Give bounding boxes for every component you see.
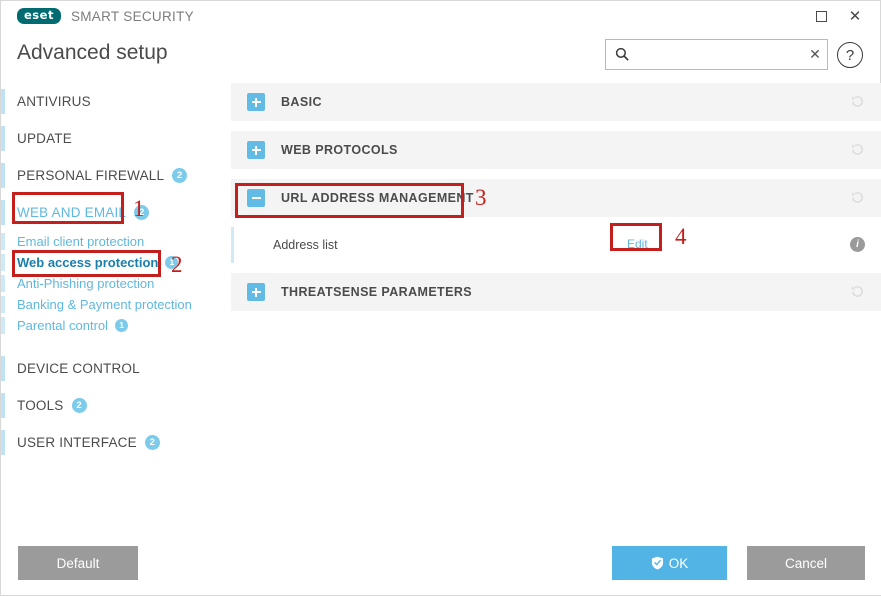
search-input[interactable]: [634, 47, 803, 62]
sidebar-item-user-interface[interactable]: USER INTERFACE 2: [1, 424, 229, 461]
sidebar-item-label: Web access protection: [17, 255, 159, 270]
sidebar-item-personal-firewall[interactable]: PERSONAL FIREWALL 2: [1, 157, 229, 194]
sidebar-item-label: WEB AND EMAIL: [17, 205, 127, 220]
shield-check-icon: [651, 556, 663, 570]
info-icon[interactable]: i: [850, 237, 865, 252]
nav-accent-bar: [1, 317, 5, 334]
sidebar-badge: 2: [71, 398, 87, 413]
revert-icon[interactable]: [850, 142, 865, 157]
sidebar-item-antivirus[interactable]: ANTIVIRUS: [1, 83, 229, 120]
nav-accent-bar: [1, 233, 5, 250]
advanced-setup-window: eset SMART SECURITY ✕ Advanced setup ✕ ?: [0, 0, 881, 596]
expand-icon[interactable]: [247, 93, 265, 111]
footer-bar: Default OK Cancel: [1, 533, 881, 595]
revert-icon[interactable]: [850, 284, 865, 299]
sidebar-nav: ANTIVIRUS UPDATE PERSONAL FIREWALL 2 WEB…: [1, 83, 229, 535]
sidebar-item-label: TOOLS: [17, 398, 64, 413]
eset-brand-badge: eset: [17, 7, 61, 25]
search-box[interactable]: ✕: [605, 39, 828, 70]
collapse-icon[interactable]: [247, 189, 265, 207]
nav-accent-bar: [1, 393, 5, 418]
nav-accent-bar: [1, 275, 5, 292]
sidebar-badge: 1: [165, 256, 179, 269]
suite-name-label: SMART SECURITY: [70, 8, 194, 24]
sidebar-item-tools[interactable]: TOOLS 2: [1, 387, 229, 424]
window-controls: ✕: [804, 1, 872, 31]
close-button[interactable]: ✕: [838, 1, 872, 31]
section-url-address-management[interactable]: URL ADDRESS MANAGEMENT: [231, 179, 881, 217]
expand-icon[interactable]: [247, 141, 265, 159]
sidebar-badge: 2: [144, 435, 160, 450]
search-icon: [614, 47, 630, 63]
sidebar-item-web-access-protection[interactable]: Web access protection 1: [1, 252, 229, 273]
maximize-icon: [815, 10, 827, 22]
sidebar-item-anti-phishing-protection[interactable]: Anti-Phishing protection: [1, 273, 229, 294]
nav-accent-bar: [1, 254, 5, 271]
search-clear-icon[interactable]: ✕: [803, 40, 827, 69]
section-title: WEB PROTOCOLS: [281, 143, 398, 157]
nav-accent-bar: [1, 200, 5, 225]
row-accent-bar: [231, 227, 234, 263]
nav-accent-bar: [1, 163, 5, 188]
sidebar-item-banking-payment-protection[interactable]: Banking & Payment protection: [1, 294, 229, 315]
header-bar: Advanced setup ✕ ?: [1, 31, 881, 83]
sidebar-item-label: Email client protection: [17, 234, 145, 249]
setting-row-address-list: Address list Edit i: [231, 227, 881, 263]
section-title: BASIC: [281, 95, 322, 109]
sidebar-badge: 2: [134, 205, 150, 220]
sidebar-item-label: Parental control: [17, 318, 109, 333]
help-icon[interactable]: ?: [837, 42, 863, 68]
settings-panel: BASIC WEB PROTOCOLS URL ADDRESS MANAGEME…: [229, 83, 881, 535]
nav-accent-bar: [1, 356, 5, 381]
nav-accent-bar: [1, 296, 5, 313]
sidebar-item-label: USER INTERFACE: [17, 435, 137, 450]
eset-logo: eset SMART SECURITY: [17, 7, 194, 25]
sidebar-badge: 2: [172, 168, 188, 183]
title-bar: eset SMART SECURITY ✕: [1, 1, 881, 31]
sidebar-item-label: ANTIVIRUS: [17, 94, 91, 109]
sidebar-item-label: Banking & Payment protection: [17, 297, 192, 312]
sidebar-item-web-and-email[interactable]: WEB AND EMAIL 2: [1, 194, 229, 231]
sidebar-item-label: UPDATE: [17, 131, 72, 146]
ok-button[interactable]: OK: [612, 546, 727, 580]
page-title: Advanced setup: [17, 41, 168, 64]
nav-accent-bar: [1, 89, 5, 114]
section-title: THREATSENSE PARAMETERS: [281, 285, 472, 299]
setting-label: Address list: [273, 238, 338, 252]
section-basic[interactable]: BASIC: [231, 83, 881, 121]
sidebar-item-device-control[interactable]: DEVICE CONTROL: [1, 350, 229, 387]
revert-icon[interactable]: [850, 190, 865, 205]
cancel-button[interactable]: Cancel: [747, 546, 865, 580]
maximize-button[interactable]: [804, 1, 838, 31]
nav-accent-bar: [1, 126, 5, 151]
sidebar-item-update[interactable]: UPDATE: [1, 120, 229, 157]
section-threatsense-parameters[interactable]: THREATSENSE PARAMETERS: [231, 273, 881, 311]
revert-icon[interactable]: [850, 94, 865, 109]
default-button[interactable]: Default: [18, 546, 138, 580]
ok-button-label: OK: [668, 555, 689, 571]
sidebar-item-label: PERSONAL FIREWALL: [17, 168, 165, 183]
sidebar-item-parental-control[interactable]: Parental control 1: [1, 315, 229, 336]
section-title: URL ADDRESS MANAGEMENT: [281, 191, 474, 205]
sidebar-item-label: Anti-Phishing protection: [17, 276, 155, 291]
sidebar-badge: 1: [115, 319, 129, 332]
sidebar-item-email-client-protection[interactable]: Email client protection: [1, 231, 229, 252]
nav-accent-bar: [1, 430, 5, 455]
section-web-protocols[interactable]: WEB PROTOCOLS: [231, 131, 881, 169]
sidebar-item-label: DEVICE CONTROL: [17, 361, 140, 376]
expand-icon[interactable]: [247, 283, 265, 301]
edit-address-list-button[interactable]: Edit: [627, 237, 648, 251]
